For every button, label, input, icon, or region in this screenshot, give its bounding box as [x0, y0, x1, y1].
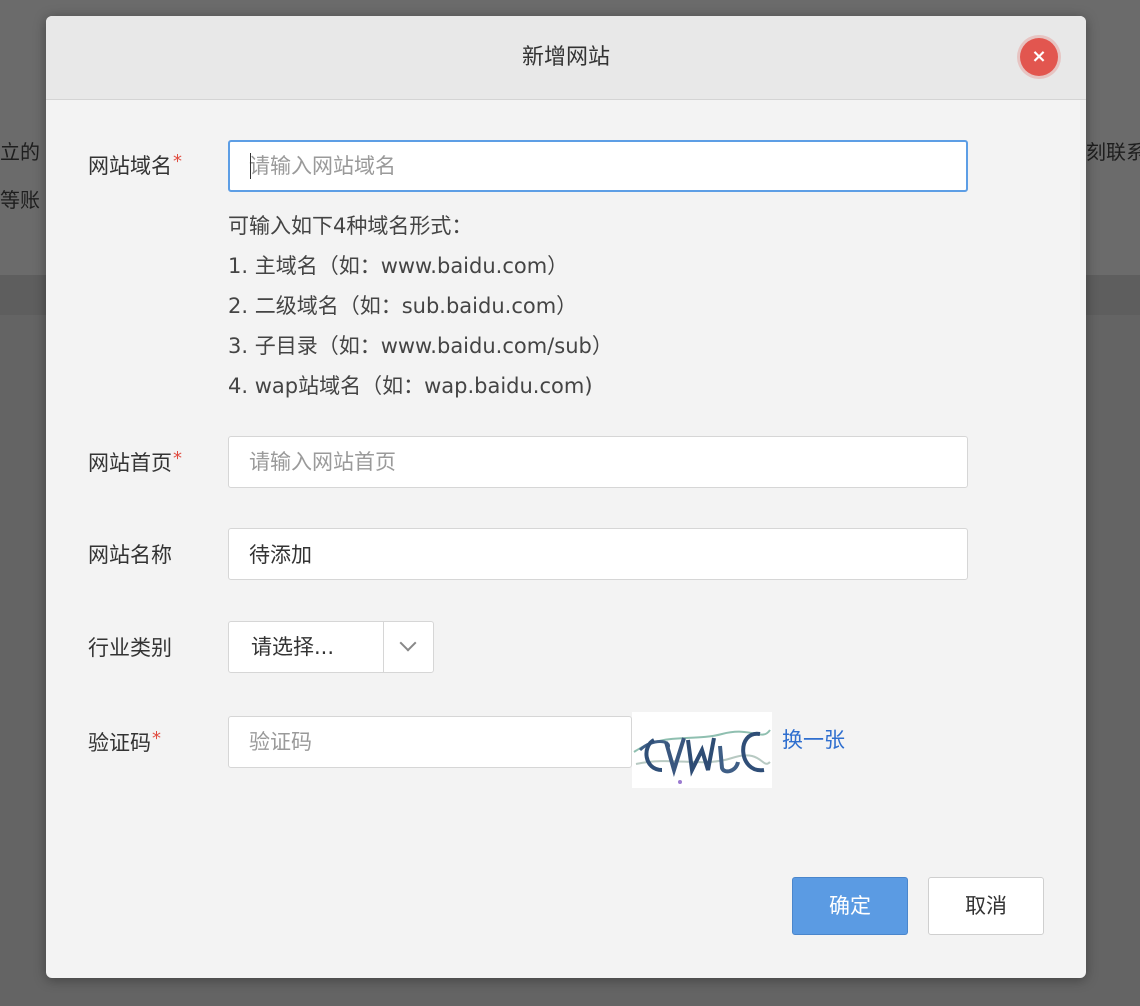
add-website-dialog: 新增网站 × 网站域名* 可输入如下4种域名形式： 1. 主域名（如：www.b…: [46, 16, 1086, 978]
dialog-title: 新增网站: [521, 45, 610, 70]
industry-label: 行业类别: [88, 636, 172, 660]
homepage-label: 网站首页*: [88, 447, 182, 477]
domain-hint-intro: 可输入如下4种域名形式：: [228, 214, 473, 238]
required-mark: *: [152, 728, 161, 749]
close-icon[interactable]: ×: [1020, 38, 1058, 76]
required-mark: *: [173, 448, 182, 469]
background-text-fragment: 立的: [0, 140, 40, 164]
homepage-input[interactable]: [228, 436, 968, 488]
industry-selected-value: 请选择...: [251, 635, 335, 659]
site-name-input[interactable]: [228, 528, 968, 580]
captcha-refresh-link[interactable]: 换一张: [782, 724, 845, 754]
background-text-fragment: 刻联系: [1086, 140, 1140, 164]
required-mark: *: [173, 151, 182, 172]
background-text-fragment: 等账: [0, 188, 40, 212]
text-caret: [250, 153, 251, 179]
captcha-label: 验证码*: [88, 727, 161, 757]
site-name-label: 网站名称: [88, 543, 172, 567]
domain-input[interactable]: [228, 140, 968, 192]
captcha-label-text: 验证码: [88, 731, 151, 755]
domain-hint-item: 2. 二级域名（如：sub.baidu.com）: [228, 294, 578, 318]
domain-label-text: 网站域名: [88, 154, 172, 178]
captcha-image[interactable]: [632, 712, 772, 788]
confirm-button[interactable]: 确定: [792, 877, 908, 935]
captcha-graphic: [632, 712, 772, 788]
domain-hint-item: 1. 主域名（如：www.baidu.com）: [228, 254, 569, 278]
domain-hint-item: 4. wap站域名（如：wap.baidu.com): [228, 374, 593, 398]
domain-label: 网站域名*: [88, 150, 182, 180]
homepage-label-text: 网站首页: [88, 451, 172, 475]
captcha-input[interactable]: [228, 716, 632, 768]
dialog-header: 新增网站 ×: [46, 16, 1086, 100]
chevron-down-icon: [399, 634, 417, 652]
domain-hint-item: 3. 子目录（如：www.baidu.com/sub）: [228, 334, 613, 358]
dropdown-toggle[interactable]: [383, 622, 433, 672]
industry-select[interactable]: 请选择...: [228, 621, 434, 673]
cancel-button[interactable]: 取消: [928, 877, 1044, 935]
